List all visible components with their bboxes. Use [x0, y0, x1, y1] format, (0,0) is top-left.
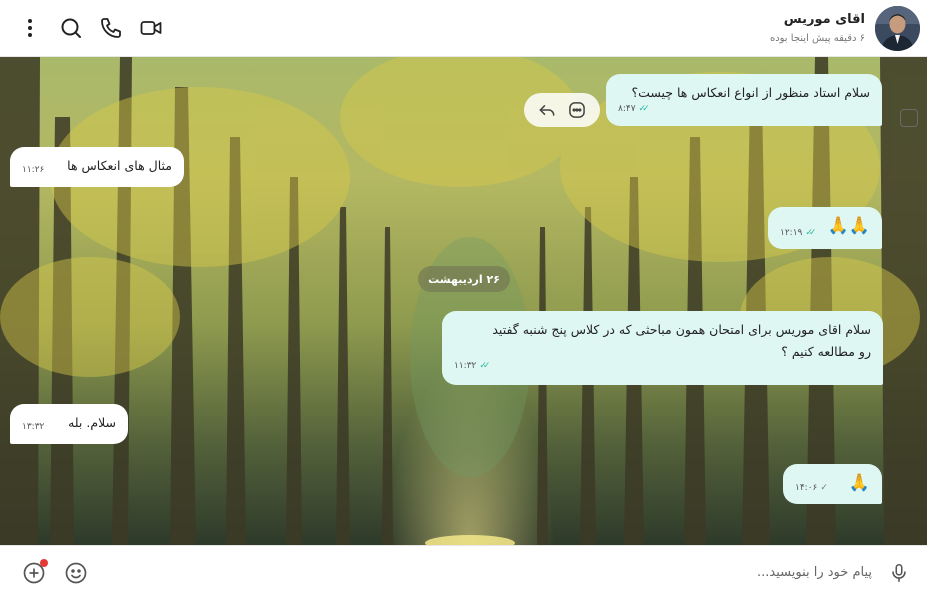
message-time: ۱۱:۲۶ — [22, 165, 45, 175]
message-text-line: رو مطالعه کنیم ؟ — [781, 344, 871, 359]
message-time: ۱۲:۱۹ — [780, 228, 803, 238]
emoji-icon[interactable] — [63, 560, 89, 586]
message-bubble-outgoing[interactable]: سلام استاد منظور از انواع انعکاس ها چیست… — [606, 74, 882, 126]
message-time: ۱۴:۰۶ — [795, 483, 818, 493]
message-bubble-outgoing[interactable]: 🙏 ۱۴:۰۶ ✓ — [783, 464, 882, 504]
avatar[interactable] — [875, 6, 920, 51]
message-select-checkbox[interactable] — [900, 109, 918, 127]
message-input[interactable] — [100, 556, 872, 588]
message-meta: ۱۱:۲۶ — [22, 159, 44, 181]
more-options-icon[interactable] — [566, 99, 588, 121]
phone-icon[interactable] — [99, 16, 123, 40]
double-check-icon: ✓✓ — [479, 361, 490, 371]
chat-header: اقای موریس ۶ دقیقه پیش اینجا بوده — [0, 0, 927, 57]
message-text-line: سلام اقای موریس برای امتحان همون مباحثی … — [492, 322, 871, 337]
double-check-icon: ✓✓ — [805, 228, 816, 238]
notification-dot — [40, 559, 48, 567]
date-separator: ۲۶ اردیبهشت — [418, 266, 510, 292]
message-bubble-incoming[interactable]: سلام. بله ۱۳:۳۲ — [10, 404, 128, 444]
message-bubble-outgoing[interactable]: سلام اقای موریس برای امتحان همون مباحثی … — [442, 311, 883, 385]
message-time: ۸:۴۷ — [618, 104, 636, 114]
message-meta: ۱۱:۳۲ ✓✓ — [454, 355, 491, 377]
reply-icon[interactable] — [536, 99, 558, 121]
message-meta: ۸:۴۷ ✓✓ — [618, 98, 650, 120]
message-actions-toolbar — [524, 93, 600, 127]
contact-name[interactable]: اقای موریس — [784, 12, 865, 27]
message-time: ۱۳:۳۲ — [22, 422, 45, 432]
last-seen-status: ۶ دقیقه پیش اینجا بوده — [769, 33, 865, 44]
chat-window: اقای موریس ۶ دقیقه پیش اینجا بوده سلام ا… — [0, 0, 927, 596]
search-icon[interactable] — [59, 16, 83, 40]
message-time: ۱۱:۳۲ — [454, 361, 477, 371]
message-meta: ۱۴:۰۶ ✓ — [795, 477, 827, 499]
message-meta: ۱۳:۳۲ — [22, 416, 44, 438]
message-text: مثال های انعکاس ها — [67, 158, 172, 173]
message-text: سلام استاد منظور از انواع انعکاس ها چیست… — [631, 85, 870, 100]
message-list[interactable]: سلام استاد منظور از انواع انعکاس ها چیست… — [0, 57, 927, 545]
single-check-icon: ✓ — [820, 483, 827, 493]
message-bubble-incoming[interactable]: مثال های انعکاس ها ۱۱:۲۶ — [10, 147, 184, 187]
message-bubble-outgoing[interactable]: 🙏🙏 ۱۲:۱۹ ✓✓ — [768, 207, 882, 249]
avatar-image — [875, 6, 920, 51]
message-meta: ۱۲:۱۹ ✓✓ — [780, 222, 817, 244]
more-vertical-icon[interactable] — [18, 16, 42, 40]
video-call-icon[interactable] — [139, 16, 163, 40]
message-composer — [0, 545, 927, 596]
double-check-icon: ✓✓ — [638, 104, 650, 114]
attach-add-icon[interactable] — [21, 559, 48, 586]
microphone-icon[interactable] — [886, 560, 912, 586]
